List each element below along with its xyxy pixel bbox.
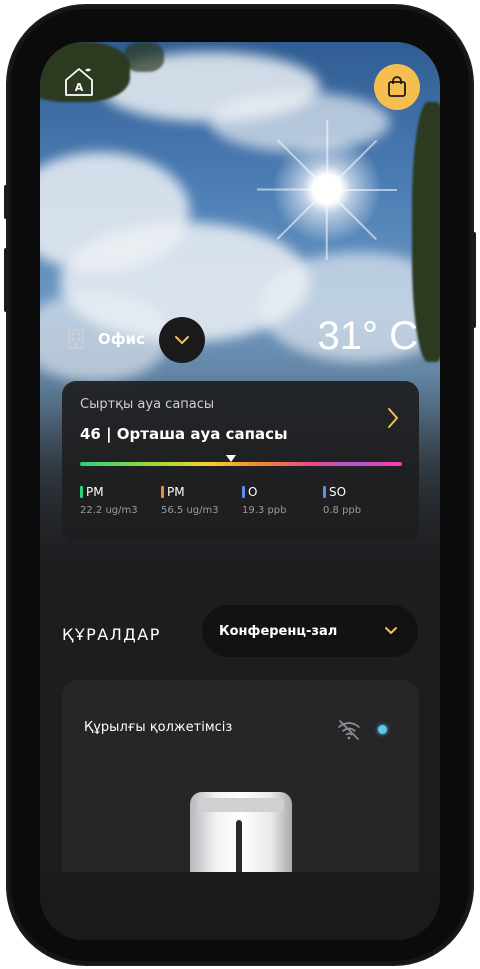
shopping-bag-button[interactable] xyxy=(374,64,420,110)
wifi-off-icon xyxy=(338,720,360,740)
air-quality-scale xyxy=(80,462,402,466)
tools-section-title: ҚҰРАЛДАР xyxy=(62,625,161,644)
home-a-icon[interactable]: A xyxy=(62,64,96,98)
pollutant-item: PM 56.5 ug/m3 xyxy=(161,485,219,516)
app-screen: A Офис 31° C Сыртқы ауа сапасы 46 | Орта… xyxy=(40,42,440,940)
status-indicator-dot xyxy=(378,725,387,734)
chevron-right-icon[interactable] xyxy=(385,407,401,429)
pollutant-value: 0.8 ppb xyxy=(323,505,362,516)
air-quality-title: Сыртқы ауа сапасы xyxy=(80,397,215,412)
svg-text:A: A xyxy=(75,81,84,94)
pollutant-value: 19.3 ppb xyxy=(242,505,287,516)
building-icon xyxy=(68,329,84,349)
temperature: 31° C xyxy=(317,314,419,358)
air-quality-marker xyxy=(226,455,237,462)
location-name: Офис xyxy=(98,330,146,348)
pollutant-item: PM 22.2 ug/m3 xyxy=(80,485,138,516)
pollutant-name: SO xyxy=(329,485,347,499)
phone-side-button xyxy=(4,185,8,219)
pollutant-value: 56.5 ug/m3 xyxy=(161,505,219,516)
pollutant-name: PM xyxy=(167,485,185,499)
room-dropdown-label: Конференц-зал xyxy=(219,623,338,639)
pollutant-name: PM xyxy=(86,485,104,499)
phone-side-button xyxy=(4,248,8,312)
pollutant-color-bar xyxy=(80,486,83,498)
pollutant-item: SO 0.8 ppb xyxy=(323,485,361,516)
pollutant-name: O xyxy=(248,485,258,499)
pollutant-item: O 19.3 ppb xyxy=(242,485,287,516)
shopping-bag-icon xyxy=(388,76,406,97)
pollutant-value: 22.2 ug/m3 xyxy=(80,505,138,516)
chevron-down-icon xyxy=(385,627,397,634)
air-quality-value: 46 | Орташа ауа сапасы xyxy=(80,425,288,443)
air-quality-card[interactable]: Сыртқы ауа сапасы 46 | Орташа ауа сапасы… xyxy=(62,381,419,541)
phone-side-button xyxy=(472,232,476,328)
bottom-navigation xyxy=(40,872,440,940)
location-selector[interactable]: Офис xyxy=(68,317,145,349)
device-status: Құрылғы қолжетімсіз xyxy=(84,720,233,735)
pollutant-color-bar xyxy=(323,486,326,498)
location-dropdown-button[interactable] xyxy=(159,317,205,363)
pollutant-color-bar xyxy=(161,486,164,498)
room-dropdown[interactable]: Конференц-зал xyxy=(202,605,418,657)
pollutant-color-bar xyxy=(242,486,245,498)
chevron-down-icon xyxy=(175,336,189,344)
